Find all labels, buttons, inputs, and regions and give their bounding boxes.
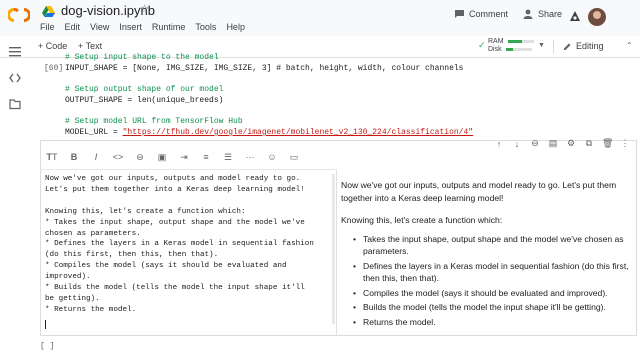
italic-icon[interactable]: I xyxy=(85,152,107,162)
add-text-button[interactable]: + Text xyxy=(78,41,102,51)
more-icon[interactable]: ⋮ xyxy=(620,138,630,149)
list-item: Compiles the model (says it should be ev… xyxy=(353,287,635,300)
menu-tools[interactable]: Tools xyxy=(195,22,216,32)
ram-bar xyxy=(507,39,534,43)
folder-icon[interactable] xyxy=(9,98,21,110)
cell-actions: ↑ ↓ ⊖ ▤ ⚙ ⧉ 🗑 ⋮ xyxy=(494,138,630,149)
colab-logo[interactable] xyxy=(8,8,30,22)
text-cell[interactable]: TT B I <> ⊖ ▣ ⇥ ≡ ☰ ··· ☺ ▭ Now we've go… xyxy=(40,140,637,336)
code-line: # Setup model URL from TensorFlow Hub xyxy=(65,117,243,126)
code-line: # Setup input shape to the model xyxy=(65,53,219,62)
editing-mode-button[interactable]: Editing xyxy=(563,41,604,51)
ram-label: RAM xyxy=(488,38,504,45)
avatar[interactable] xyxy=(588,8,606,26)
drive-icon xyxy=(42,6,55,17)
left-rail xyxy=(0,47,30,360)
bold-icon[interactable]: B xyxy=(63,152,85,162)
pencil-icon xyxy=(564,43,571,50)
settings-icon[interactable] xyxy=(568,10,582,24)
check-icon: ✓ xyxy=(478,40,486,50)
code-cell[interactable]: [60] # Setup input shape to the model IN… xyxy=(40,52,636,142)
code-icon[interactable]: <> xyxy=(107,152,129,162)
menu-runtime[interactable]: Runtime xyxy=(152,22,186,32)
move-up-icon[interactable]: ↑ xyxy=(494,139,504,149)
model-url-assignment: MODEL_URL = "https://tfhub.dev/google/im… xyxy=(65,128,473,137)
preview-lead: Knowing this, let's create a function wh… xyxy=(341,215,503,225)
comment-icon xyxy=(455,10,464,18)
bulleted-list-icon[interactable]: ☰ xyxy=(217,152,239,163)
text-cursor xyxy=(45,320,46,329)
add-code-button[interactable]: + Code xyxy=(38,41,67,51)
code-snippets-icon[interactable] xyxy=(9,72,21,84)
menu-view[interactable]: View xyxy=(90,22,109,32)
table-of-contents-icon[interactable] xyxy=(9,46,21,58)
move-down-icon[interactable]: ↓ xyxy=(512,139,522,149)
link-icon[interactable]: ⊖ xyxy=(129,152,151,163)
preview-intro: Now we've got our inputs, outputs and mo… xyxy=(341,180,617,203)
preview-list: Takes the input shape, output shape and … xyxy=(353,233,635,329)
menu-file[interactable]: File xyxy=(40,22,55,32)
menu-bar: File Edit View Insert Runtime Tools Help xyxy=(40,22,255,32)
cell-execution-count: [ ] xyxy=(40,342,55,351)
empty-code-cell[interactable]: [ ] xyxy=(40,342,54,351)
markdown-source[interactable]: Now we've got our inputs, outputs and mo… xyxy=(45,174,314,316)
ram-bar-fill xyxy=(507,39,522,43)
share-label: Share xyxy=(538,9,563,19)
comment-button[interactable]: Comment xyxy=(454,9,508,19)
star-icon[interactable]: ☆ xyxy=(139,2,150,16)
settings-icon[interactable]: ⚙ xyxy=(566,138,576,149)
image-icon[interactable]: ▣ xyxy=(151,152,173,163)
disk-bar xyxy=(505,47,532,51)
markdown-toolbar: TT B I <> ⊖ ▣ ⇥ ≡ ☰ ··· ☺ ▭ xyxy=(41,149,305,165)
app-header: dog-vision.ipynb ☆ File Edit View Insert… xyxy=(0,0,640,36)
code-line: # Setup output shape of our model xyxy=(65,85,224,94)
comment-label: Comment xyxy=(469,9,509,19)
collapse-icon[interactable]: ⌃ xyxy=(626,41,633,50)
list-item: Returns the model. xyxy=(353,316,635,329)
code-line: OUTPUT_SHAPE = len(unique_breeds) xyxy=(65,96,224,105)
list-item: Takes the input shape, output shape and … xyxy=(353,233,635,258)
code-text: MODEL_URL = xyxy=(65,128,123,137)
list-item: Defines the layers in a Keras model in s… xyxy=(353,260,635,285)
markdown-preview: Now we've got our inputs, outputs and mo… xyxy=(341,169,635,335)
code-line: INPUT_SHAPE = [None, IMG_SIZE, IMG_SIZE,… xyxy=(65,64,464,73)
emoji-icon[interactable]: ☺ xyxy=(261,152,283,162)
numbered-list-icon[interactable]: ≡ xyxy=(195,152,217,162)
editing-label: Editing xyxy=(576,41,604,51)
share-button[interactable]: Share xyxy=(523,9,562,19)
markdown-editor[interactable]: Now we've got our inputs, outputs and mo… xyxy=(41,169,337,335)
menu-help[interactable]: Help xyxy=(226,22,245,32)
mirror-icon[interactable]: ▭ xyxy=(283,152,305,163)
cell-execution-count: [60] xyxy=(44,64,64,73)
indent-icon[interactable]: ⇥ xyxy=(173,152,195,163)
editor-scrollbar[interactable] xyxy=(332,174,335,324)
text-format-icon[interactable]: TT xyxy=(41,152,63,162)
person-add-icon xyxy=(523,9,533,19)
menu-edit[interactable]: Edit xyxy=(65,22,81,32)
list-item: Builds the model (tells the model the in… xyxy=(353,301,635,314)
string-literal: "https://tfhub.dev/google/imagenet/mobil… xyxy=(122,128,474,137)
link-icon[interactable]: ⊖ xyxy=(530,138,540,149)
code-line: MODEL_URL = "https://tfhub.dev/google/im… xyxy=(65,128,473,139)
mirror-icon[interactable]: ⧉ xyxy=(584,138,594,149)
comment-icon[interactable]: ▤ xyxy=(548,138,558,149)
chevron-down-icon[interactable]: ▼ xyxy=(538,42,545,49)
menu-insert[interactable]: Insert xyxy=(119,22,142,32)
delete-icon[interactable]: 🗑 xyxy=(602,138,613,149)
horizontal-rule-icon[interactable]: ··· xyxy=(239,152,261,162)
disk-bar-fill xyxy=(505,47,514,51)
